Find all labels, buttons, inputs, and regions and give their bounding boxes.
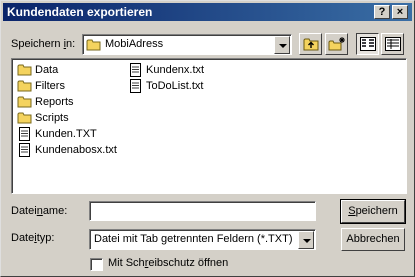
folder-icon: [17, 96, 32, 108]
filetype-value: Datei mit Tab getrennten Feldern (*.TXT): [94, 233, 293, 245]
create-new-folder-icon: [328, 37, 345, 51]
text-file-icon: [19, 143, 30, 157]
save-in-value: MobiAdress: [105, 38, 164, 50]
list-view-icon: [360, 37, 376, 51]
text-file-icon: [130, 63, 141, 77]
up-one-level-button[interactable]: [299, 33, 322, 55]
list-item-label: Reports: [35, 96, 74, 108]
title-bar[interactable]: Kundendaten exportieren ? ×: [3, 3, 412, 21]
file-list[interactable]: Data Filters Reports Scripts Kunden.TXT …: [11, 58, 407, 194]
folder-icon: [17, 112, 32, 124]
filename-label: Dateiname:: [11, 205, 68, 217]
filetype-label: Dateityp:: [11, 232, 55, 244]
close-button[interactable]: ×: [392, 5, 408, 19]
details-view-button[interactable]: [381, 33, 404, 55]
folder-icon: [17, 80, 32, 92]
list-item-label: Kundenx.txt: [146, 64, 205, 76]
cancel-button[interactable]: Abbrechen: [341, 228, 405, 251]
dialog-title: Kundendaten exportieren: [7, 5, 153, 19]
folder-icon: [17, 64, 32, 76]
list-item-label: Kunden.TXT: [35, 128, 97, 140]
chevron-down-icon[interactable]: [298, 231, 314, 249]
save-in-dropdown[interactable]: MobiAdress: [82, 34, 292, 55]
save-dialog: Kundendaten exportieren ? × Speichern in…: [0, 0, 415, 277]
filetype-dropdown[interactable]: Datei mit Tab getrennten Feldern (*.TXT): [89, 229, 316, 250]
readonly-checkbox[interactable]: [90, 258, 103, 271]
list-item-label: Kundenabosx.txt: [35, 144, 117, 156]
text-file-icon: [130, 79, 141, 93]
save-in-label: Speichern in:: [11, 38, 76, 50]
chevron-down-icon[interactable]: [274, 36, 290, 54]
list-view-button[interactable]: [356, 33, 379, 55]
list-item-label: Filters: [35, 80, 65, 92]
up-one-level-icon: [303, 38, 319, 51]
text-file-icon: [19, 127, 30, 141]
filename-input[interactable]: [89, 201, 316, 221]
save-button[interactable]: Speichern: [340, 199, 406, 224]
readonly-label[interactable]: Mit Schreibschutz öffnen: [108, 257, 228, 269]
details-view-icon: [385, 37, 401, 51]
list-item-label: Scripts: [35, 112, 69, 124]
list-item-label: Data: [35, 64, 59, 76]
list-item-label: ToDoList.txt: [146, 80, 204, 92]
help-button[interactable]: ?: [374, 5, 390, 19]
new-folder-button[interactable]: [325, 33, 348, 55]
folder-icon: [86, 39, 101, 51]
